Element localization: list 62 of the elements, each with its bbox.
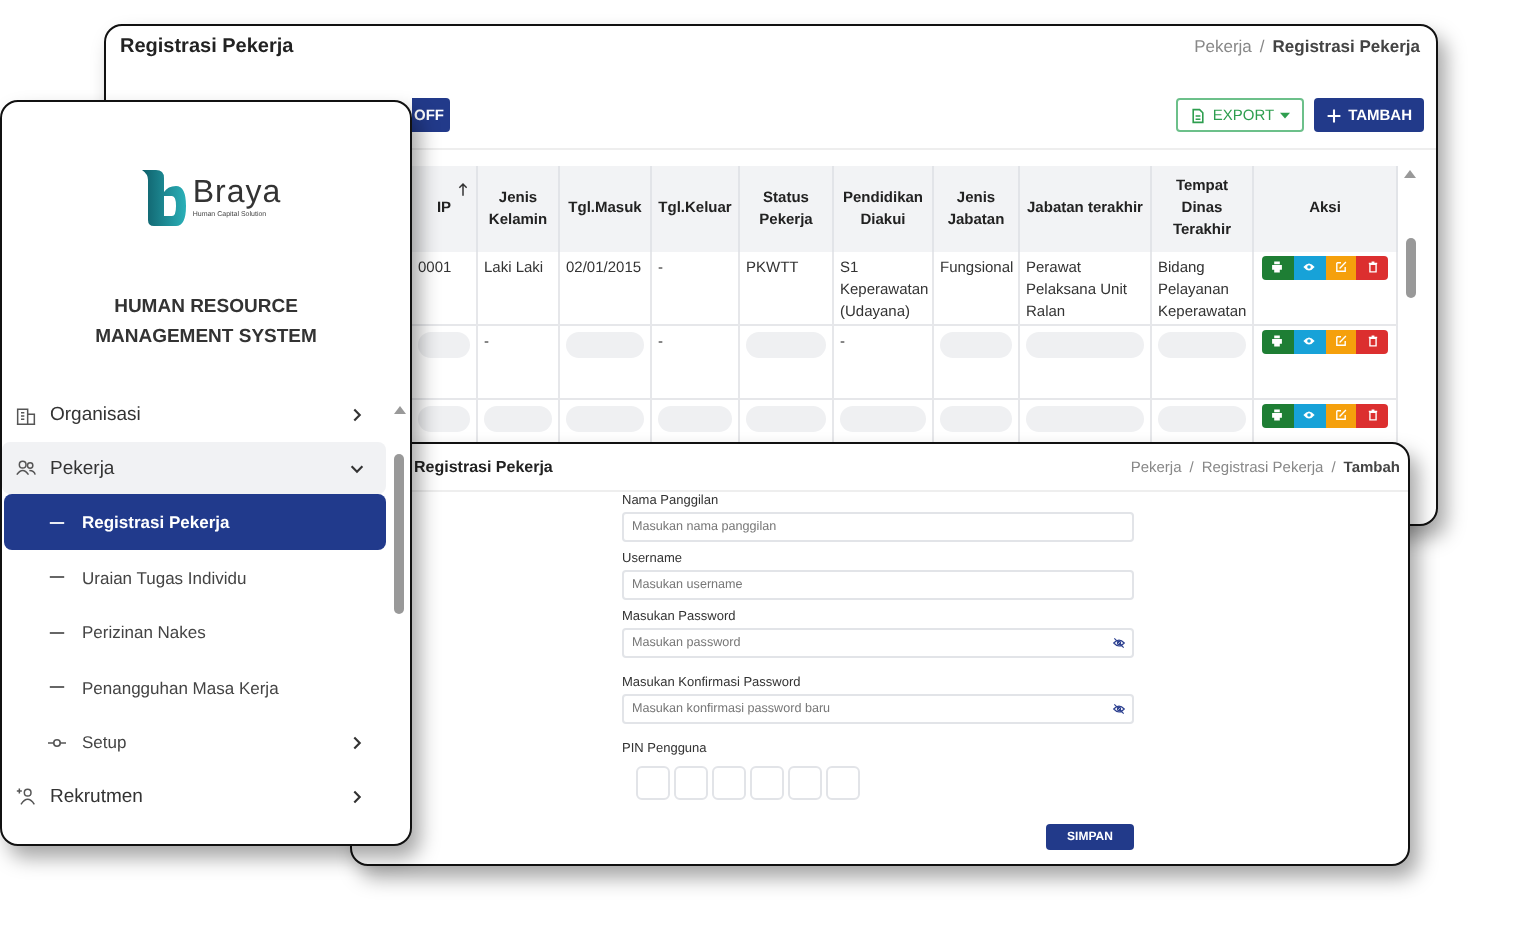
pin-input[interactable] (636, 766, 670, 800)
delete-button[interactable] (1356, 404, 1388, 428)
submenu-item[interactable]: Penangguhan Masa Kerja (4, 659, 386, 715)
edit-button[interactable] (1325, 330, 1357, 354)
scrollbar-thumb[interactable] (394, 454, 404, 614)
scrollbar-thumb[interactable] (1405, 238, 1415, 298)
print-button[interactable] (1262, 256, 1294, 280)
delete-button[interactable] (1356, 330, 1388, 354)
submenu-item[interactable]: Registrasi Pekerja (4, 494, 386, 550)
system-name: HUMAN RESOURCE MANAGEMENT SYSTEM (93, 294, 319, 353)
eye-off-icon[interactable] (1112, 702, 1126, 716)
plus-icon (1326, 107, 1343, 123)
pin-input[interactable] (674, 766, 708, 800)
printer-icon (1270, 408, 1285, 422)
print-button[interactable] (1262, 330, 1294, 354)
printer-icon (1270, 334, 1285, 348)
loading-placeholder (418, 406, 470, 432)
trash-icon (1365, 334, 1380, 348)
node-icon (48, 733, 66, 752)
scroll-up-icon[interactable] (1404, 170, 1416, 178)
edit-button[interactable] (1325, 404, 1357, 428)
brand-name: Braya (192, 178, 282, 210)
pin-input[interactable] (826, 766, 860, 800)
submenu-item[interactable]: Perizinan Nakes (4, 604, 386, 660)
menu-item[interactable]: Rekrutmen (2, 769, 386, 824)
page-title: Registrasi Pekerja (120, 36, 294, 58)
breadcrumb-item[interactable]: Pekerja (1194, 36, 1252, 58)
view-button[interactable] (1293, 256, 1325, 280)
trash-icon (1365, 408, 1380, 422)
edit-icon (1333, 260, 1348, 274)
submenu-item[interactable]: Setup (4, 714, 386, 770)
caret-icon (1280, 111, 1291, 119)
person-add-icon (16, 786, 36, 807)
eye-off-icon[interactable] (1112, 636, 1126, 650)
edit-button[interactable] (1325, 256, 1357, 280)
document-icon (1190, 107, 1207, 123)
people-icon (16, 458, 36, 479)
breadcrumb-item: Registrasi Pekerja (1272, 36, 1420, 58)
building-icon (16, 405, 36, 426)
submenu-item[interactable]: Uraian Tugas Individu (4, 549, 386, 605)
view-button[interactable] (1293, 404, 1325, 428)
edit-icon (1333, 334, 1348, 348)
edit-icon (1333, 408, 1348, 422)
breadcrumb-separator: / (1259, 36, 1265, 58)
print-button[interactable] (1262, 404, 1294, 428)
pin-input[interactable] (788, 766, 822, 800)
pin-input[interactable] (712, 766, 746, 800)
menu-item[interactable]: Pekerja (2, 442, 386, 495)
trash-icon (1365, 260, 1380, 274)
eye-icon (1302, 334, 1317, 348)
eye-icon (1302, 408, 1317, 422)
scroll-up-icon[interactable] (393, 406, 405, 414)
loading-placeholder (418, 332, 470, 358)
eye-icon (1302, 260, 1317, 274)
logo-icon (142, 170, 187, 226)
delete-button[interactable] (1356, 256, 1388, 280)
page-title: Registrasi Pekerja (414, 458, 553, 476)
pin-input[interactable] (750, 766, 784, 800)
menu-item[interactable]: Organisasi (2, 388, 386, 443)
chevron-right-icon (348, 733, 366, 752)
view-button[interactable] (1293, 330, 1325, 354)
printer-icon (1270, 260, 1285, 274)
